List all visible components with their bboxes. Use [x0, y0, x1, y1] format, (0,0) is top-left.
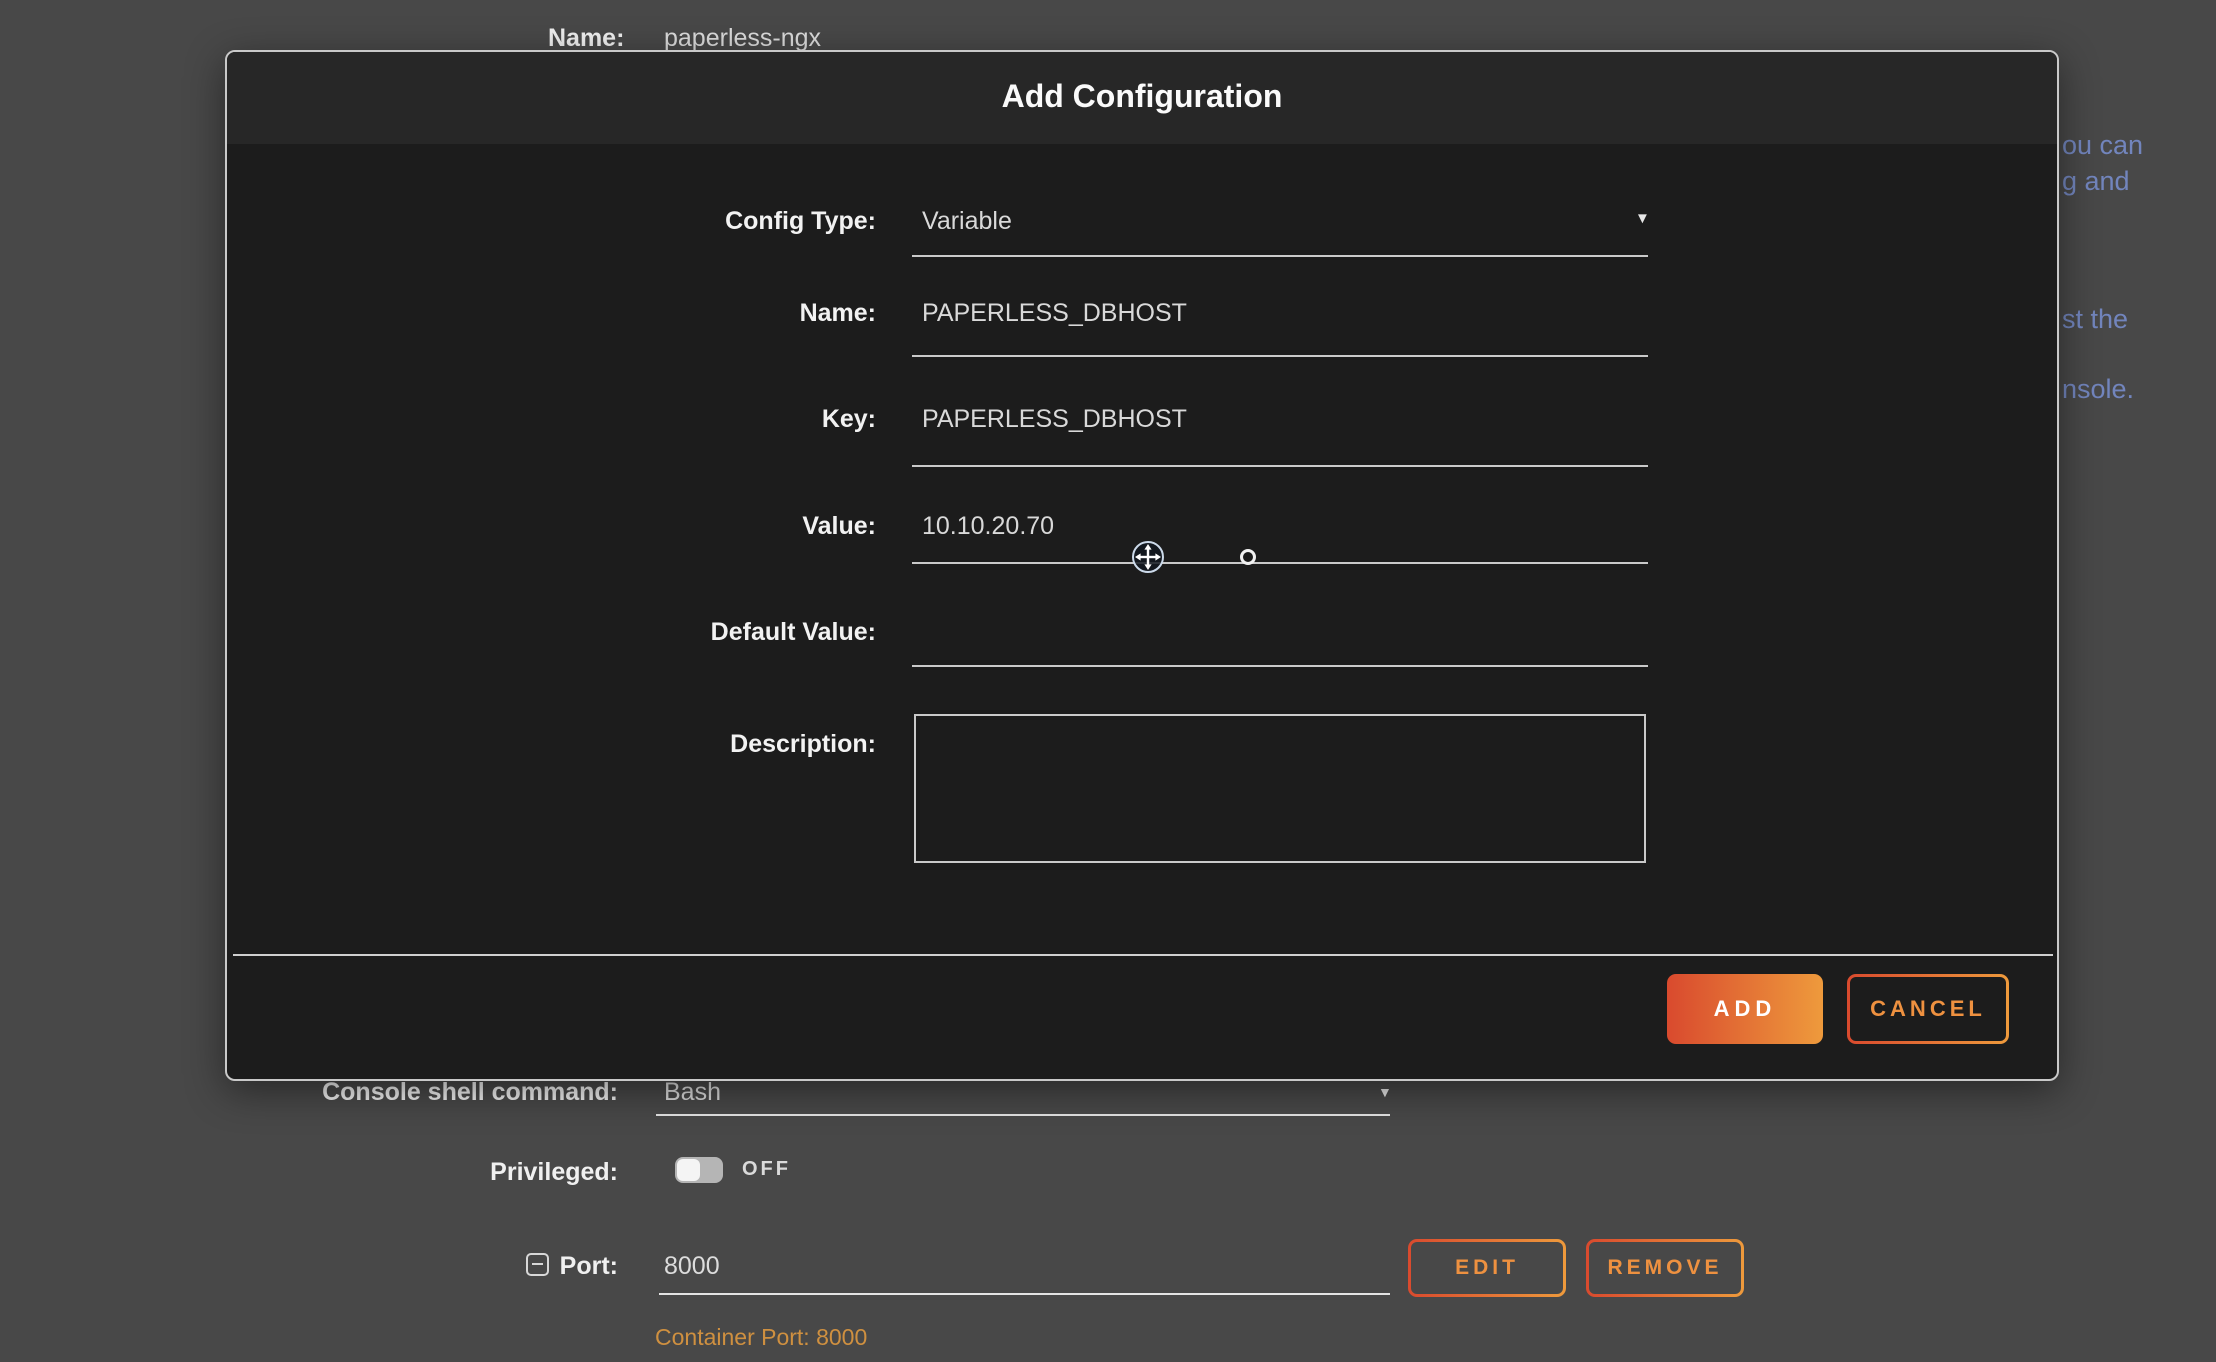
privileged-label: Privileged:: [260, 1158, 618, 1187]
help-text-fragment: ou can: [2062, 130, 2143, 161]
remove-button-label: REMOVE: [1589, 1242, 1741, 1294]
key-input[interactable]: PAPERLESS_DBHOST: [922, 405, 1187, 434]
config-type-label: Config Type:: [472, 207, 876, 236]
port-input[interactable]: 8000: [664, 1252, 720, 1281]
value-input[interactable]: 10.10.20.70: [922, 512, 1054, 541]
edit-button[interactable]: EDIT: [1408, 1239, 1566, 1297]
default-value-label: Default Value:: [472, 618, 876, 647]
config-type-underline: [912, 255, 1648, 257]
edit-button-label: EDIT: [1411, 1242, 1563, 1294]
dialog-title: Add Configuration: [227, 78, 2057, 115]
cursor-target-circle: [1240, 549, 1256, 565]
add-button[interactable]: ADD: [1667, 974, 1823, 1044]
config-type-select[interactable]: Variable: [922, 207, 1012, 236]
console-field-underline: [656, 1114, 1390, 1116]
name-input[interactable]: PAPERLESS_DBHOST: [922, 299, 1187, 328]
value-underline: [912, 562, 1648, 564]
privileged-state-label: OFF: [742, 1158, 791, 1181]
default-value-underline: [912, 665, 1648, 667]
cancel-button-label: CANCEL: [1850, 977, 2006, 1041]
port-label: Port:: [260, 1252, 618, 1281]
container-name-label: Name:: [548, 24, 624, 53]
dialog-header: Add Configuration: [227, 52, 2057, 144]
remove-button[interactable]: REMOVE: [1586, 1239, 1744, 1297]
console-shell-command-select[interactable]: Bash: [664, 1078, 721, 1107]
docker-container-settings-page: Name: paperless-ngx ou can g and st the …: [0, 0, 2216, 1362]
container-port-note: Container Port: 8000: [655, 1324, 867, 1351]
key-underline: [912, 465, 1648, 467]
help-text-fragment: g and: [2062, 166, 2130, 197]
chevron-down-icon[interactable]: ▼: [1378, 1084, 1392, 1100]
move-cursor-icon: [1131, 540, 1165, 574]
port-field-underline: [659, 1293, 1390, 1295]
console-shell-command-label: Console shell command:: [260, 1078, 618, 1107]
toggle-knob: [677, 1159, 700, 1181]
privileged-toggle[interactable]: [675, 1157, 723, 1183]
footer-divider: [233, 954, 2053, 956]
chevron-down-icon[interactable]: ▼: [1635, 210, 1650, 227]
help-text-fragment: st the: [2062, 304, 2128, 335]
name-underline: [912, 355, 1648, 357]
key-label: Key:: [472, 405, 876, 434]
container-name-value: paperless-ngx: [664, 24, 821, 53]
help-text-fragment: nsole.: [2062, 374, 2134, 405]
cancel-button[interactable]: CANCEL: [1847, 974, 2009, 1044]
description-textarea[interactable]: [914, 714, 1646, 863]
description-label: Description:: [472, 730, 876, 759]
value-label: Value:: [472, 512, 876, 541]
name-label: Name:: [472, 299, 876, 328]
